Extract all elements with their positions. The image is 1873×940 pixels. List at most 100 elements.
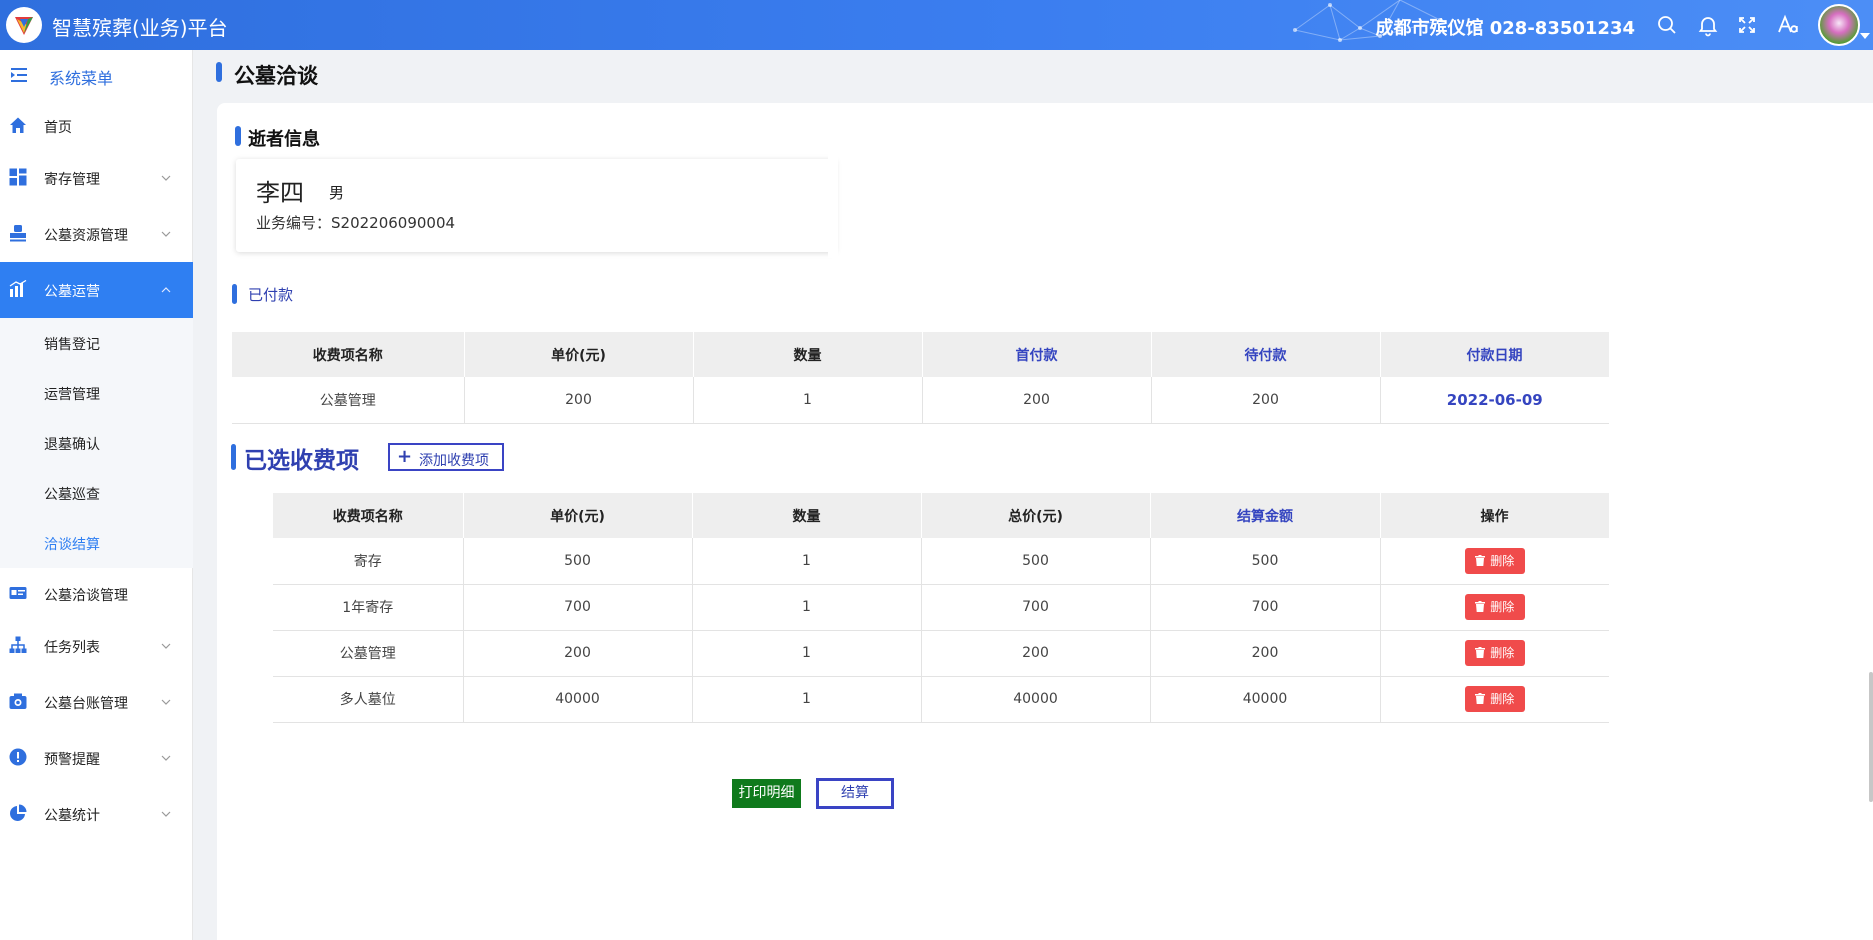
sidebar: 系统菜单 首页 寄存管理 公墓资源管理 公墓运营 销售登记 运营管理 退墓确认 …: [0, 50, 193, 940]
section-accent-bar: [232, 284, 237, 304]
settle-button[interactable]: 结算: [816, 778, 894, 809]
table-row: 公墓管理 200 1 200 200 2022-06-09: [232, 377, 1609, 424]
delete-label: 删除: [1490, 692, 1515, 706]
button-label: 添加收费项: [419, 453, 489, 469]
sidebar-item-task-list[interactable]: 任务列表: [0, 618, 193, 674]
selected-fees-table: 收费项名称 单价(元) 数量 总价(元) 结算金额 操作 寄存 500 1 50…: [273, 493, 1610, 723]
sidebar-item-statistics[interactable]: 公墓统计: [0, 786, 193, 842]
trash-icon: [1475, 554, 1486, 566]
sidebar-subitem-return-confirm[interactable]: 退墓确认: [0, 418, 193, 468]
table-cell: 删除: [1380, 676, 1609, 723]
user-avatar[interactable]: [1818, 4, 1860, 46]
table-row: 公墓管理 200 1 200 200 删除: [273, 630, 1609, 677]
table-cell: 1: [692, 538, 922, 585]
grid-icon: [9, 168, 27, 186]
sidebar-item-home[interactable]: 首页: [0, 98, 193, 154]
table-cell: 200: [1151, 377, 1381, 424]
top-bar: 智慧殡葬(业务)平台 成都市殡仪馆 028-83501234: [0, 0, 1873, 50]
column-header: 操作: [1380, 493, 1610, 538]
table-cell: 多人墓位: [273, 676, 464, 723]
column-header: 单价(元): [463, 493, 693, 538]
table-row: 多人墓位 40000 1 40000 40000 删除: [273, 676, 1609, 723]
sidebar-subitem-label: 洽谈结算: [44, 537, 100, 553]
deceased-gender: 男: [329, 184, 345, 202]
deceased-section-title: 逝者信息: [235, 122, 435, 150]
column-header: 总价(元): [921, 493, 1151, 538]
table-cell: 500: [921, 538, 1151, 585]
camera-icon: [9, 693, 27, 709]
chevron-down-icon: [161, 175, 171, 181]
table-cell: 200: [463, 630, 693, 677]
font-size-icon[interactable]: [1776, 13, 1800, 37]
page-header: 公墓洽谈: [216, 58, 816, 88]
print-details-button[interactable]: 打印明细: [732, 779, 801, 808]
sidebar-subitem-sales-register[interactable]: 销售登记: [0, 318, 193, 368]
table-cell: 200: [1150, 630, 1381, 677]
sidebar-item-cemetery-operation[interactable]: 公墓运营: [0, 262, 193, 318]
app-logo: [6, 7, 42, 43]
section-label: 已付款: [248, 286, 294, 304]
sidebar-item-warning[interactable]: 预警提醒: [0, 730, 193, 786]
sidebar-item-label: 公墓资源管理: [44, 228, 128, 244]
table-cell: 1: [692, 676, 922, 723]
chevron-down-icon: [161, 699, 171, 705]
table-cell: 700: [463, 584, 693, 631]
menu-fold-icon[interactable]: [10, 67, 28, 83]
column-header: 结算金额: [1150, 493, 1381, 538]
table-header-row: 收费项名称 单价(元) 数量 总价(元) 结算金额 操作: [273, 493, 1610, 538]
sidebar-item-ledger-management[interactable]: 公墓台账管理: [0, 674, 193, 730]
sidebar-title: 系统菜单: [49, 69, 114, 88]
org-tree-icon: [9, 636, 27, 653]
table-cell: 1年寄存: [273, 584, 464, 631]
app-title: 智慧殡葬(业务)平台: [52, 16, 228, 40]
card-icon: [9, 587, 27, 599]
alert-icon: [9, 748, 27, 766]
sidebar-item-negotiation-management[interactable]: 公墓洽谈管理: [0, 566, 193, 622]
add-fee-item-button[interactable]: + 添加收费项: [388, 443, 504, 471]
section-label: 已选收费项: [244, 448, 359, 474]
stamp-icon: [10, 225, 26, 242]
section-accent-bar: [231, 444, 236, 470]
sidebar-item-label: 任务列表: [44, 640, 100, 656]
table-cell: 删除: [1380, 630, 1609, 677]
table-cell: 删除: [1380, 538, 1609, 585]
sidebar-subitem-label: 运营管理: [44, 387, 100, 403]
sidebar-subitem-patrol[interactable]: 公墓巡查: [0, 468, 193, 518]
sidebar-item-cemetery-resources[interactable]: 公墓资源管理: [0, 206, 193, 262]
business-number: 业务编号：S202206090004: [256, 214, 456, 232]
table-cell: 40000: [463, 676, 693, 723]
sidebar-subitem-label: 退墓确认: [44, 437, 100, 453]
sidebar-subitem-operation-management[interactable]: 运营管理: [0, 368, 193, 418]
delete-button[interactable]: 删除: [1464, 547, 1525, 574]
chevron-down-icon: [161, 811, 171, 817]
chevron-down-icon: [161, 643, 171, 649]
section-accent-bar: [235, 126, 241, 146]
sidebar-item-label: 首页: [44, 120, 72, 136]
delete-button[interactable]: 删除: [1464, 640, 1525, 666]
fullscreen-icon[interactable]: [1735, 13, 1759, 37]
paid-table: 收费项名称 单价(元) 数量 首付款 待付款 付款日期 公墓管理 200 1 2…: [232, 332, 1610, 424]
sidebar-subitem-negotiation-settlement[interactable]: 洽谈结算: [0, 518, 193, 568]
chevron-down-icon: [161, 755, 171, 761]
scrollbar[interactable]: [1869, 672, 1873, 802]
delete-label: 删除: [1490, 646, 1515, 660]
sidebar-item-label: 公墓台账管理: [44, 696, 128, 712]
sidebar-subitem-label: 公墓巡查: [44, 487, 100, 503]
column-header: 待付款: [1151, 332, 1381, 377]
column-header: 付款日期: [1380, 332, 1610, 377]
payment-date-cell: 2022-06-09: [1380, 377, 1609, 424]
section-label: 逝者信息: [248, 129, 320, 150]
caret-down-icon[interactable]: [1860, 33, 1870, 39]
sidebar-item-label: 预警提醒: [44, 752, 100, 768]
table-cell: 删除: [1380, 584, 1609, 631]
delete-button[interactable]: 删除: [1464, 686, 1525, 712]
home-icon: [10, 117, 26, 133]
sidebar-item-storage[interactable]: 寄存管理: [0, 150, 193, 206]
title-accent-bar: [216, 62, 222, 82]
table-cell: 1: [692, 630, 922, 677]
pie-icon: [10, 804, 27, 821]
delete-button[interactable]: 删除: [1464, 594, 1525, 620]
search-icon[interactable]: [1655, 13, 1679, 37]
table-cell: 700: [921, 584, 1151, 631]
bell-icon[interactable]: [1696, 13, 1720, 37]
